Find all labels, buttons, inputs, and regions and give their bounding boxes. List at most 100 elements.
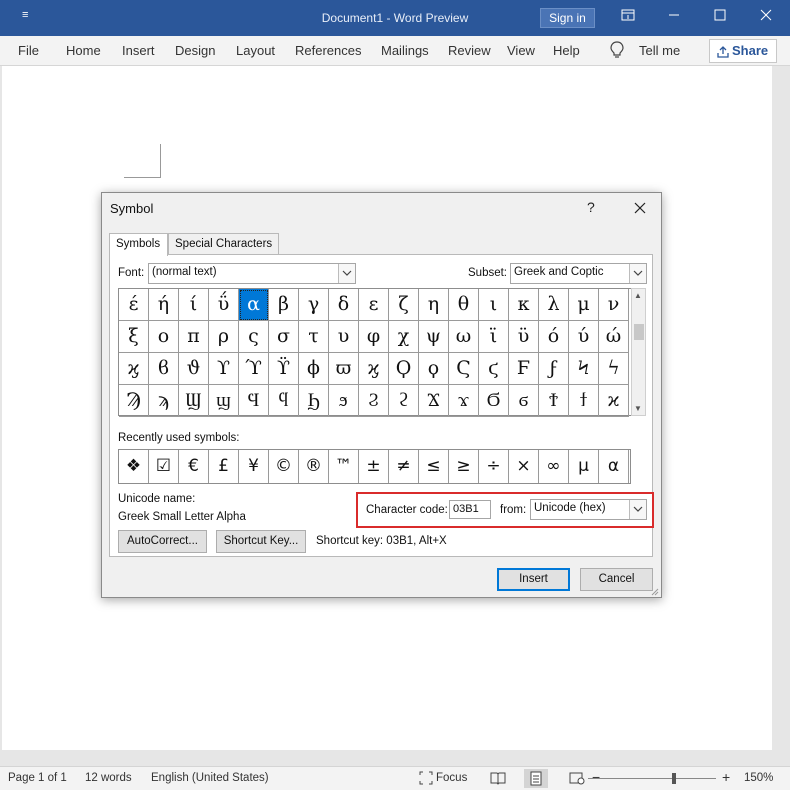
page-count[interactable]: Page 1 of 1	[8, 772, 67, 784]
zoom-slider-thumb[interactable]	[672, 773, 676, 784]
symbol-cell[interactable]: κ	[509, 289, 539, 321]
symbol-cell[interactable]: ϰ	[599, 385, 629, 417]
symbol-cell[interactable]: υ	[329, 321, 359, 353]
tab-mailings[interactable]: Mailings	[381, 43, 429, 58]
recent-symbol-cell[interactable]: ❖	[119, 450, 149, 483]
language-indicator[interactable]: English (United States)	[151, 772, 269, 784]
from-select[interactable]: Unicode (hex)	[530, 499, 647, 520]
symbol-cell[interactable]: λ	[539, 289, 569, 321]
symbol-cell[interactable]: Ϥ	[239, 385, 269, 417]
symbol-cell[interactable]: β	[269, 289, 299, 321]
symbol-cell[interactable]: ϥ	[269, 385, 299, 417]
recent-symbol-cell[interactable]: ™	[329, 450, 359, 483]
insert-button[interactable]: Insert	[497, 568, 570, 591]
tab-insert[interactable]: Insert	[122, 43, 155, 58]
symbol-cell[interactable]: η	[419, 289, 449, 321]
symbol-cell[interactable]: ϗ	[359, 353, 389, 385]
symbol-cell[interactable]: ϝ	[539, 353, 569, 385]
read-mode-icon[interactable]	[490, 771, 506, 788]
symbol-cell[interactable]: Ϯ	[539, 385, 569, 417]
recent-symbol-cell[interactable]: ±	[359, 450, 389, 483]
symbol-cell[interactable]: Ϝ	[509, 353, 539, 385]
symbol-cell[interactable]: δ	[329, 289, 359, 321]
symbol-cell[interactable]: ψ	[419, 321, 449, 353]
symbol-cell[interactable]: ϡ	[149, 385, 179, 417]
symbol-grid-scrollbar[interactable]: ▲ ▼	[631, 288, 646, 416]
symbol-cell[interactable]: Ϟ	[569, 353, 599, 385]
symbol-cell[interactable]: ϑ	[179, 353, 209, 385]
symbol-cell[interactable]: Ϭ	[479, 385, 509, 417]
close-dialog-icon[interactable]	[630, 197, 650, 220]
symbol-cell[interactable]: ώ	[599, 321, 629, 353]
share-button[interactable]: Share	[709, 39, 777, 63]
scroll-thumb[interactable]	[634, 324, 644, 340]
symbol-cell[interactable]: ϣ	[209, 385, 239, 417]
character-code-input[interactable]: 03B1	[449, 500, 491, 519]
subset-select[interactable]: Greek and Coptic	[510, 263, 647, 284]
symbol-cell[interactable]: ΰ	[209, 289, 239, 321]
symbol-cell[interactable]: μ	[569, 289, 599, 321]
recent-symbol-cell[interactable]: ≥	[449, 450, 479, 483]
tab-file[interactable]: File	[18, 43, 39, 58]
symbol-cell[interactable]: τ	[299, 321, 329, 353]
tab-special-characters[interactable]: Special Characters	[168, 233, 279, 255]
symbol-cell[interactable]: ϔ	[269, 353, 299, 385]
sign-in-button[interactable]: Sign in	[540, 8, 595, 28]
symbol-cell[interactable]: ϩ	[389, 385, 419, 417]
symbol-cell[interactable]: Ϛ	[449, 353, 479, 385]
tab-layout[interactable]: Layout	[236, 43, 275, 58]
minimize-icon[interactable]	[664, 8, 684, 24]
symbol-cell[interactable]: ϧ	[329, 385, 359, 417]
help-button[interactable]: ?	[587, 199, 595, 215]
focus-label[interactable]: Focus	[436, 772, 467, 784]
scroll-up-icon[interactable]: ▲	[634, 291, 642, 300]
symbol-cell[interactable]: ϟ	[599, 353, 629, 385]
chevron-down-icon[interactable]	[629, 264, 646, 283]
symbol-cell[interactable]: ϋ	[509, 321, 539, 353]
symbol-cell[interactable]: έ	[119, 289, 149, 321]
symbol-cell[interactable]: ϙ	[419, 353, 449, 385]
font-select[interactable]: (normal text)	[148, 263, 356, 284]
symbol-cell[interactable]: ϯ	[569, 385, 599, 417]
symbol-cell[interactable]: φ	[359, 321, 389, 353]
recent-symbol-cell[interactable]: ÷	[479, 450, 509, 483]
web-layout-icon[interactable]	[569, 771, 585, 788]
tell-me-search[interactable]: Tell me	[639, 43, 680, 58]
zoom-in-button[interactable]: +	[722, 769, 730, 785]
maximize-icon[interactable]	[710, 8, 730, 24]
recent-symbol-cell[interactable]: ×	[509, 450, 539, 483]
scroll-down-icon[interactable]: ▼	[634, 404, 642, 413]
autocorrect-button[interactable]: AutoCorrect...	[118, 530, 207, 553]
tab-view[interactable]: View	[507, 43, 535, 58]
symbol-cell[interactable]: Ϣ	[179, 385, 209, 417]
symbol-cell[interactable]: ϕ	[299, 353, 329, 385]
symbol-cell[interactable]: ρ	[209, 321, 239, 353]
symbol-cell[interactable]: ϖ	[329, 353, 359, 385]
recent-symbol-cell[interactable]: ≠	[389, 450, 419, 483]
tab-home[interactable]: Home	[66, 43, 101, 58]
recent-symbol-cell[interactable]: ∞	[539, 450, 569, 483]
symbol-cell[interactable]: ω	[449, 321, 479, 353]
symbol-cell[interactable]: Ϫ	[419, 385, 449, 417]
symbol-cell[interactable]: Ϩ	[359, 385, 389, 417]
recent-symbol-cell[interactable]: ¥	[239, 450, 269, 483]
symbol-cell[interactable]: ύ	[569, 321, 599, 353]
recent-symbol-cell[interactable]: µ	[569, 450, 599, 483]
symbol-cell[interactable]: σ	[269, 321, 299, 353]
recent-symbol-cell[interactable]: ☑	[149, 450, 179, 483]
symbol-cell[interactable]: ϗ	[119, 353, 149, 385]
tab-references[interactable]: References	[295, 43, 361, 58]
recent-symbol-cell[interactable]: £	[209, 450, 239, 483]
tab-design[interactable]: Design	[175, 43, 215, 58]
cancel-button[interactable]: Cancel	[580, 568, 653, 591]
chevron-down-icon[interactable]	[629, 500, 646, 519]
symbol-cell[interactable]: ϓ	[239, 353, 269, 385]
symbol-cell[interactable]: ν	[599, 289, 629, 321]
vertical-scrollbar[interactable]	[774, 66, 790, 750]
symbol-cell[interactable]: π	[179, 321, 209, 353]
symbol-cell[interactable]: ξ	[119, 321, 149, 353]
symbol-cell[interactable]: Ϙ	[389, 353, 419, 385]
tab-help[interactable]: Help	[553, 43, 580, 58]
ribbon-display-options-icon[interactable]	[618, 8, 638, 24]
symbol-cell[interactable]: ϐ	[149, 353, 179, 385]
